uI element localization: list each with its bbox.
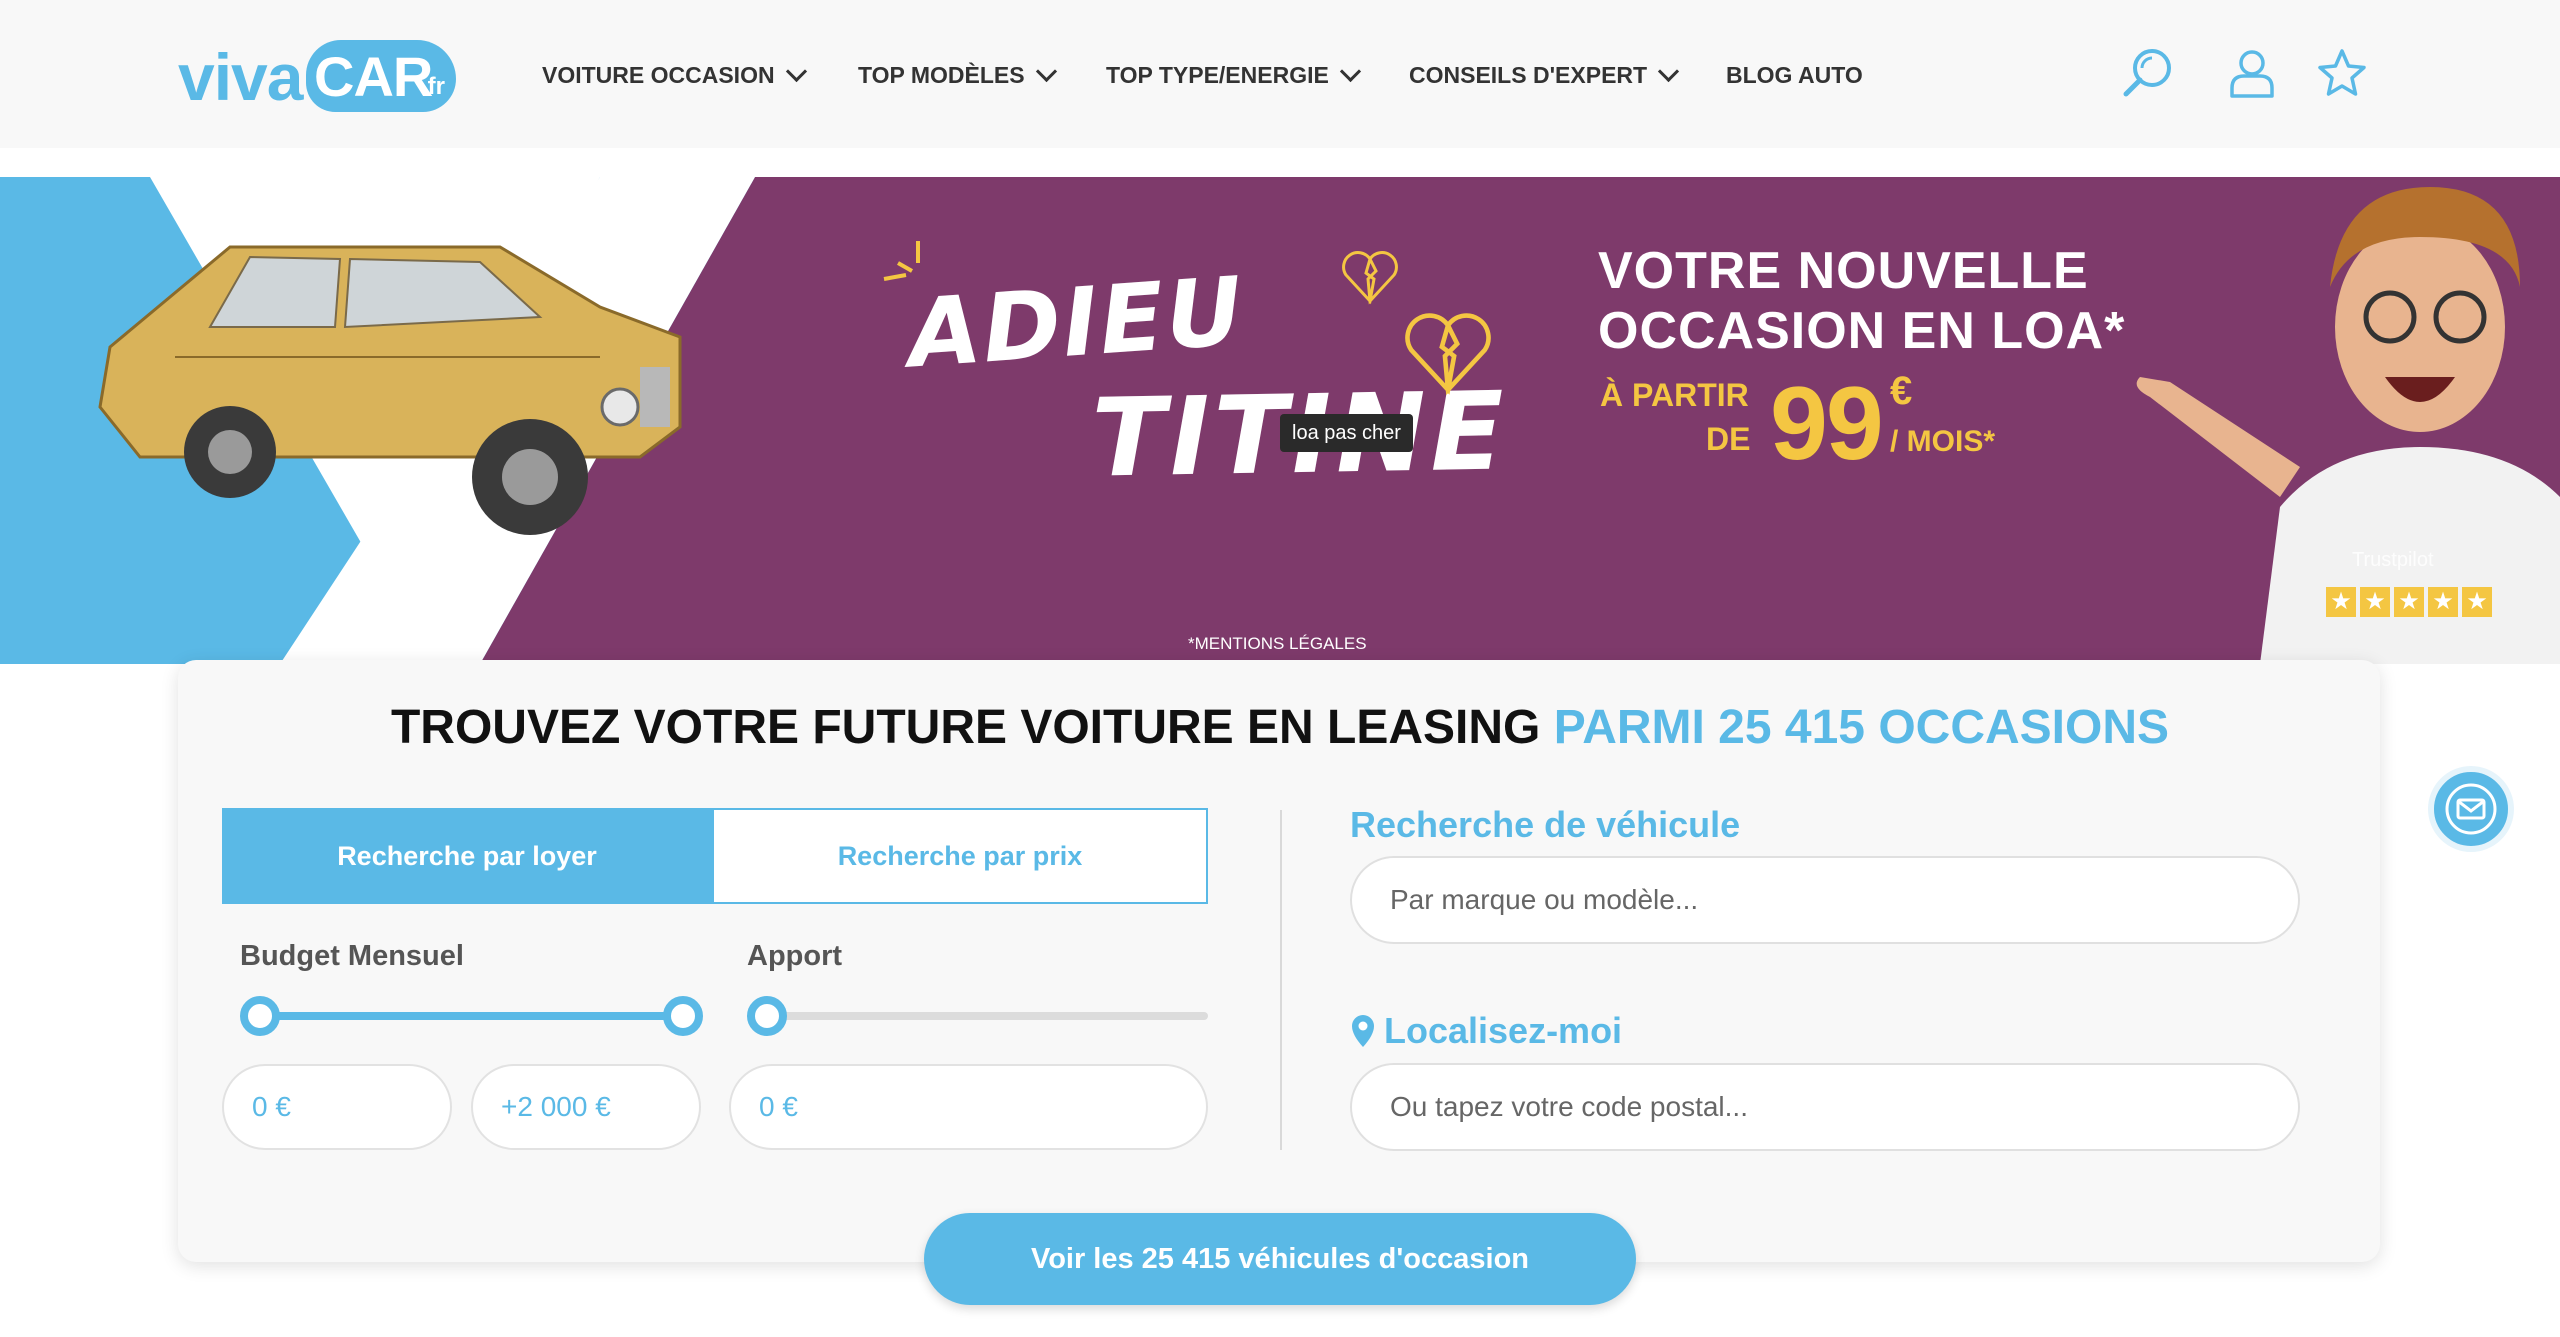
chevron-down-icon [1339, 60, 1361, 82]
hero-banner[interactable]: ADIEU TITINE loa pas cher VOTRE NOUVELLE… [0, 177, 2560, 664]
view-vehicles-button[interactable]: Voir les 25 415 véhicules d'occasion [924, 1213, 1636, 1305]
nav-label: TOP MODÈLES [858, 61, 1025, 88]
tab-recherche-par-prix[interactable]: Recherche par prix [712, 808, 1208, 904]
locate-me-link[interactable]: Localisez-moi [1350, 1010, 1622, 1052]
search-title: TROUVEZ VOTRE FUTURE VOITURE EN LEASING … [0, 700, 2560, 755]
apport-handle[interactable] [747, 996, 787, 1036]
contact-mail-button[interactable] [2428, 766, 2514, 852]
trustpilot-stars: ★ ★ ★ ★ ★ [2326, 587, 2492, 617]
chevron-down-icon [785, 60, 807, 82]
budget-max-handle[interactable] [663, 996, 703, 1036]
logo-text-car: CAR [314, 45, 433, 108]
star-icon: ★ [2360, 587, 2390, 617]
search-title-main: TROUVEZ VOTRE FUTURE VOITURE EN LEASING [390, 701, 1541, 754]
sparkle-lines-icon [883, 241, 920, 281]
nav-label: TOP TYPE/ENERGIE [1106, 61, 1329, 88]
apport-input[interactable]: 0 € [729, 1064, 1208, 1150]
column-divider [1280, 810, 1282, 1150]
trustpilot-label: Trustpilot [2352, 549, 2434, 571]
nav-voiture-occasion[interactable]: VOITURE OCCASION [542, 58, 807, 92]
vehicle-search-input[interactable] [1350, 856, 2300, 944]
nav-top-modeles[interactable]: TOP MODÈLES [858, 58, 1057, 92]
chevron-down-icon [1035, 60, 1057, 82]
search-title-highlight: PARMI 25 415 OCCASIONS [1553, 701, 2170, 754]
star-icon: ★ [2394, 587, 2424, 617]
budget-min-input[interactable]: 0 € [222, 1064, 452, 1150]
postal-code-input[interactable] [1350, 1063, 2300, 1151]
chevron-down-icon [1657, 60, 1680, 82]
nav-top-type-energie[interactable]: TOP TYPE/ENERGIE [1106, 58, 1361, 92]
nav-blog-auto[interactable]: BLOG AUTO [1726, 58, 1863, 92]
promo-de: DE [1706, 421, 1751, 457]
promo-period: / MOIS* [1890, 425, 1996, 458]
vivacar-logo[interactable]: viva CAR .fr [178, 38, 458, 116]
budget-min-handle[interactable] [240, 996, 280, 1036]
promo-line-1: VOTRE NOUVELLE [1598, 242, 2089, 300]
logo-text-tld: .fr [421, 73, 445, 100]
promo-currency: € [1890, 369, 1913, 413]
broken-heart-icon [1342, 251, 1398, 305]
logo-text-viva: viva [178, 40, 303, 114]
search-icon[interactable] [2120, 46, 2176, 102]
banner-tooltip: loa pas cher [1280, 414, 1413, 452]
budget-max-input[interactable]: +2 000 € [471, 1064, 701, 1150]
apport-slider-track [766, 1012, 1208, 1020]
nav-label: CONSEILS D'EXPERT [1409, 61, 1648, 88]
star-icon[interactable] [2314, 46, 2370, 102]
apport-label: Apport [747, 940, 843, 972]
location-pin-icon [1352, 1015, 1374, 1047]
vintage-car-illustration [98, 245, 682, 535]
legal-mentions-link[interactable]: *MENTIONS LÉGALES [1188, 634, 1367, 654]
locate-me-label: Localisez-moi [1384, 1010, 1623, 1051]
promo-price: 99 [1770, 366, 1884, 482]
tab-recherche-par-loyer[interactable]: Recherche par loyer [222, 808, 712, 904]
promo-line-2: OCCASION EN LOA* [1598, 302, 2126, 360]
star-icon: ★ [2428, 587, 2458, 617]
promo-from: À PARTIR [1600, 377, 1749, 413]
star-icon: ★ [2462, 587, 2492, 617]
vehicle-search-label: Recherche de véhicule [1350, 804, 1741, 845]
budget-label: Budget Mensuel [240, 940, 464, 972]
nav-conseils-expert[interactable]: CONSEILS D'EXPERT [1409, 58, 1680, 92]
star-icon: ★ [2326, 587, 2356, 617]
user-icon[interactable] [2224, 46, 2280, 102]
nav-label: VOITURE OCCASION [542, 61, 775, 88]
site-header: viva CAR .fr VOITURE OCCASION TOP MODÈLE… [0, 0, 2560, 148]
nav-label: BLOG AUTO [1726, 61, 1863, 88]
mail-icon [2445, 783, 2497, 835]
broken-heart-icon [1405, 313, 1491, 396]
budget-slider-fill [258, 1012, 684, 1020]
